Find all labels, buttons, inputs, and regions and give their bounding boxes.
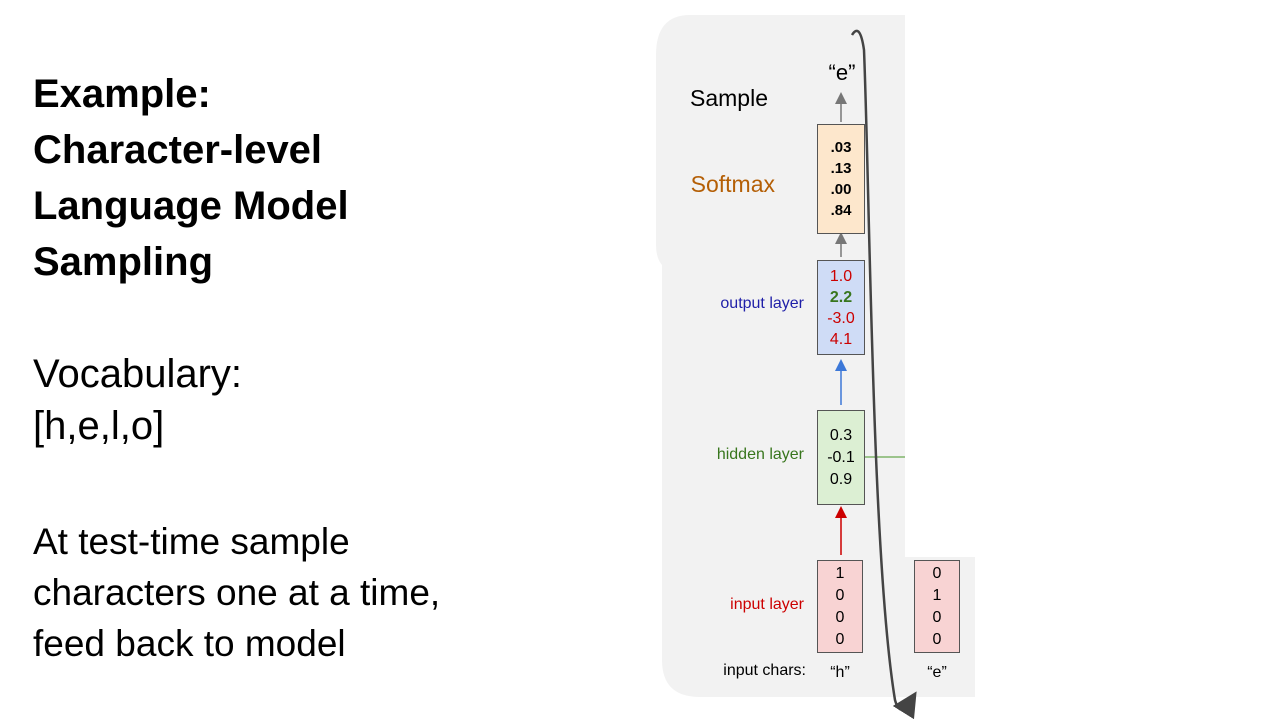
input-char-h: “h” — [830, 664, 850, 681]
hidden-value: -0.1 — [827, 448, 855, 466]
diagram-graphics — [656, 15, 975, 720]
input-vector-e: 0 1 0 0 — [914, 560, 960, 653]
input-value: 0 — [932, 564, 942, 582]
input-layer-label: input layer — [730, 596, 804, 613]
hidden-layer-label: hidden layer — [716, 446, 804, 463]
input-value: 0 — [932, 630, 942, 648]
input-value: 0 — [932, 608, 942, 626]
rnn-sampling-diagram: “e” Sample Softmax output layer hidden l… — [0, 0, 1280, 720]
output-value: -3.0 — [827, 309, 855, 327]
output-layer-label: output layer — [720, 295, 804, 312]
input-value: 1 — [835, 564, 845, 582]
softmax-value: .13 — [830, 160, 852, 177]
input-char-e: “e” — [927, 664, 947, 681]
hidden-value: 0.3 — [829, 426, 853, 444]
sample-label: Sample — [690, 85, 768, 111]
softmax-vector: .03 .13 .00 .84 — [817, 124, 865, 234]
input-chars-label: input chars: — [723, 662, 806, 679]
input-value: 1 — [932, 586, 942, 604]
output-vector: 1.0 2.2 -3.0 4.1 — [817, 260, 865, 355]
hidden-value: 0.9 — [829, 470, 853, 488]
sampled-char-label: “e” — [828, 60, 856, 85]
output-value: 2.2 — [829, 288, 853, 306]
input-value: 0 — [835, 586, 845, 604]
output-value: 1.0 — [829, 267, 853, 285]
input-vector-h: 1 0 0 0 — [817, 560, 863, 653]
softmax-value: .84 — [830, 202, 852, 219]
input-value: 0 — [835, 630, 845, 648]
output-value: 4.1 — [829, 330, 853, 348]
softmax-value: .03 — [830, 139, 852, 156]
softmax-label: Softmax — [690, 171, 775, 197]
input-value: 0 — [835, 608, 845, 626]
hidden-vector: 0.3 -0.1 0.9 — [817, 410, 865, 505]
softmax-value: .00 — [830, 181, 852, 198]
